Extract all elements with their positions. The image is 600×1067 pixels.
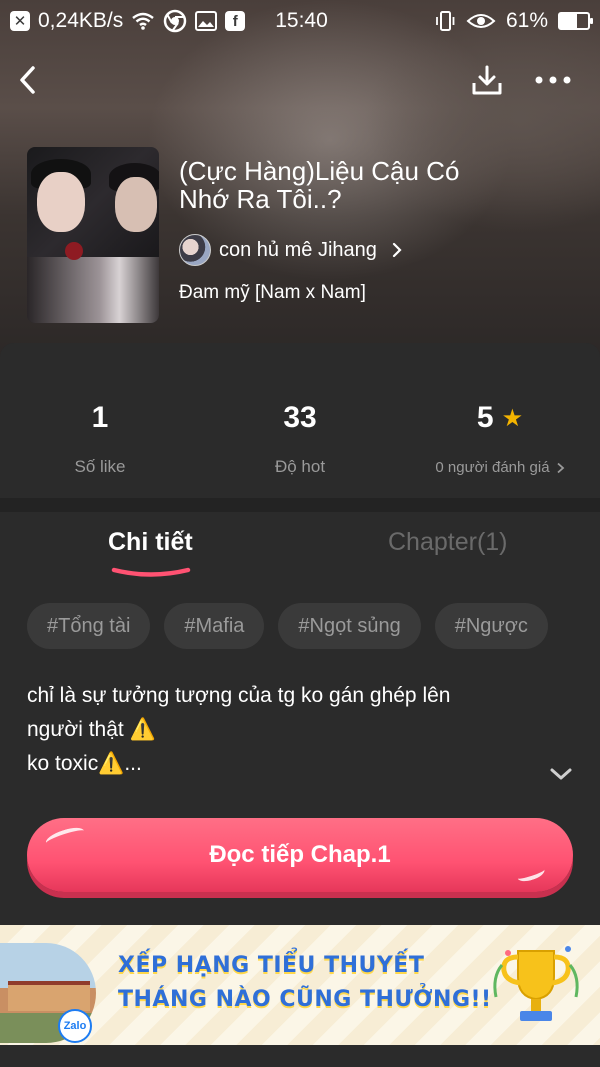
expand-chevron-icon[interactable]: [548, 761, 574, 787]
tag-chip[interactable]: #Ngược: [434, 603, 548, 649]
rating-count-row: 0 người đánh giá: [400, 459, 600, 476]
facebook-icon: f: [225, 11, 246, 31]
star-icon: ★: [501, 404, 524, 432]
top-bar: [0, 58, 600, 104]
description-line: chỉ là sự tưởng tượng của tg ko gán ghép…: [27, 684, 451, 707]
tag-chip[interactable]: #Ngọt sủng: [278, 603, 421, 649]
stats-panel: 1 Số like 33 Độ hot 5 ★ 0 người đánh giá: [0, 343, 600, 498]
stat-rating[interactable]: 5 ★ 0 người đánh giá: [400, 401, 600, 476]
cover-art-clothing: [27, 257, 159, 323]
chrome-icon: [163, 9, 187, 33]
button-shine: [515, 863, 547, 885]
cover-art-face: [37, 172, 85, 232]
continue-reading-label: Đọc tiếp Chap.1: [209, 841, 391, 868]
status-right: 61%: [434, 9, 593, 33]
bottom-area: [0, 1045, 600, 1067]
banner-subline: THÁNG NÀO CŨNG THƯỞNG!!: [118, 987, 492, 1012]
cover-art-rose: [65, 242, 83, 260]
section-divider: [0, 498, 600, 512]
tab-detail[interactable]: Chi tiết: [108, 528, 193, 557]
author-link[interactable]: con hủ mê Jihang: [179, 232, 403, 268]
network-speed: 0,24KB/s: [38, 9, 124, 32]
tag-chip[interactable]: #Mafia: [164, 603, 265, 649]
banner-headline: XẾP HẠNG TIỂU THUYẾT: [118, 953, 425, 978]
trophy-icon: [493, 946, 579, 1021]
tab-chapter[interactable]: Chapter(1): [388, 528, 508, 557]
more-dots-icon: [535, 76, 571, 84]
detail-card: 1 Số like 33 Độ hot 5 ★ 0 người đánh giá…: [0, 343, 600, 1067]
battery-level: [560, 14, 578, 28]
status-left: ✕ 0,24KB/s f 15:40: [10, 9, 328, 33]
battery-icon: [558, 12, 593, 30]
author-name: con hủ mê Jihang: [219, 238, 377, 261]
active-tab-indicator: [111, 567, 191, 577]
book-title: (Cực Hàng)Liệu Cậu Có Nhớ Ra Tôi..?: [179, 156, 460, 214]
zalo-badge: Zalo: [58, 1009, 92, 1043]
battery-percent: 61%: [505, 9, 548, 32]
rating-row: 5 ★: [400, 401, 600, 435]
tag-list: #Tổng tài #Mafia #Ngọt sủng #Ngược: [27, 603, 548, 649]
author-avatar: [179, 234, 211, 266]
hot-count: 33: [283, 401, 317, 434]
continue-reading-button[interactable]: Đọc tiếp Chap.1: [27, 818, 573, 892]
status-bar: ✕ 0,24KB/s f 15:40 61%: [0, 0, 600, 42]
promo-banner[interactable]: Zalo XẾP HẠNG TIỂU THUYẾT THÁNG NÀO CŨNG…: [0, 925, 600, 1045]
chevron-right-icon: [392, 242, 402, 258]
chevron-right-icon: [556, 462, 564, 473]
book-cover[interactable]: [27, 147, 159, 323]
clock: 15:40: [275, 9, 328, 32]
download-icon: [472, 65, 502, 95]
cover-art-face: [115, 177, 157, 232]
close-notification-icon: ✕: [10, 11, 30, 31]
tag-chip[interactable]: #Tổng tài: [27, 603, 151, 649]
book-genre: Đam mỹ [Nam x Nam]: [179, 282, 366, 303]
stat-hot: 33 Độ hot: [200, 401, 400, 477]
back-button[interactable]: [8, 60, 48, 100]
button-shine: [43, 824, 87, 850]
rating-count-label: 0 người đánh giá: [435, 459, 550, 476]
more-options-button[interactable]: [530, 60, 576, 100]
banner-building: [8, 981, 90, 1011]
vibrate-icon: [436, 11, 455, 31]
likes-label: Số like: [74, 457, 126, 476]
book-description: chỉ là sự tưởng tượng của tg ko gán ghép…: [27, 679, 547, 781]
download-button[interactable]: [465, 60, 509, 100]
rating-value: 5: [476, 401, 494, 434]
description-line: người thật ⚠️: [27, 718, 156, 741]
eye-icon: [466, 14, 496, 28]
gallery-icon: [195, 11, 218, 31]
stat-likes: 1 Số like: [0, 401, 200, 477]
back-arrow-icon: [20, 66, 35, 94]
hot-label: Độ hot: [274, 457, 326, 476]
wifi-icon: [132, 12, 155, 30]
description-line: ko toxic⚠️...: [27, 752, 142, 775]
likes-count: 1: [91, 401, 109, 434]
